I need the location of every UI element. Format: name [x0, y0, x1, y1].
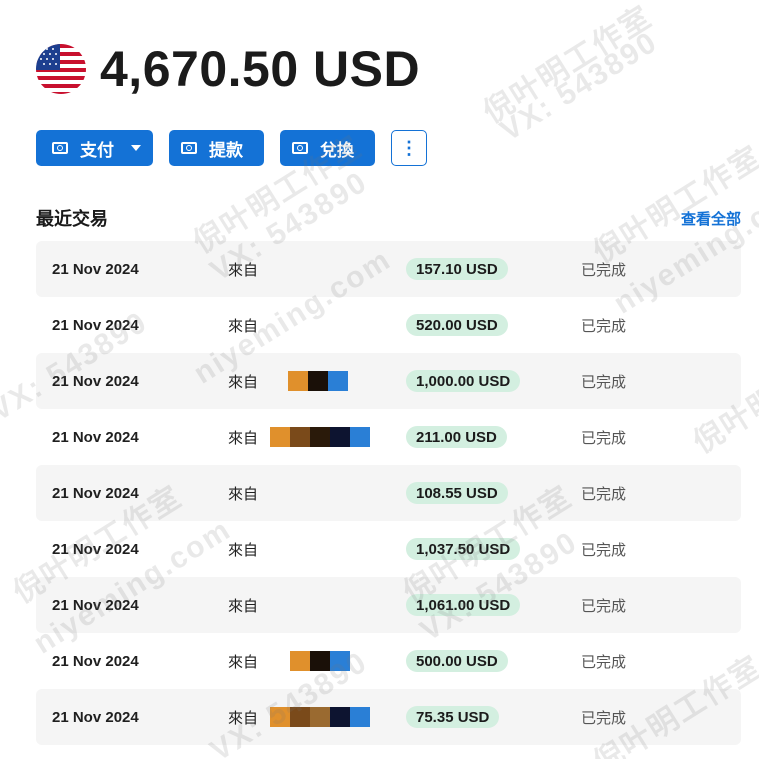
recent-transactions-title: 最近交易	[36, 209, 108, 229]
exchange-label: 兌換	[320, 140, 354, 160]
tx-amount: 75.35 USD	[406, 706, 500, 728]
tx-amount: 500.00 USD	[406, 650, 508, 672]
tx-amount: 1,000.00 USD	[406, 370, 521, 392]
table-row[interactable]: 21 Nov 2024 來自 500.00 USD 已完成	[36, 633, 741, 689]
more-options-button[interactable]: ⋮	[391, 130, 427, 166]
tx-amount: 211.00 USD	[406, 426, 507, 448]
tx-amount: 157.10 USD	[406, 258, 508, 280]
redacted-name	[270, 427, 370, 447]
table-row[interactable]: 21 Nov 2024 來自 1,000.00 USD 已完成	[36, 353, 741, 409]
watermark: 倪叶明工作室	[477, 0, 659, 130]
tx-date: 21 Nov 2024	[52, 260, 139, 278]
tx-status: 已完成	[581, 429, 627, 447]
watermark: VX: 543890	[494, 25, 664, 148]
tx-description: 來自	[228, 485, 259, 503]
tx-status: 已完成	[581, 261, 627, 279]
balance-amount: 4,670.50 USD	[100, 41, 421, 97]
tx-date: 21 Nov 2024	[52, 428, 139, 446]
tx-description: 來自	[228, 597, 259, 615]
tx-status: 已完成	[581, 541, 627, 559]
tx-description: 來自	[228, 317, 259, 335]
more-vertical-icon: ⋮	[400, 138, 418, 158]
tx-description: 來自	[228, 429, 259, 447]
pay-button[interactable]: 支付	[36, 130, 153, 166]
table-row[interactable]: 21 Nov 2024 來自 75.35 USD 已完成	[36, 689, 741, 745]
balance-header: 4,670.50 USD	[36, 44, 420, 94]
table-row[interactable]: 21 Nov 2024 來自 1,061.00 USD 已完成	[36, 577, 741, 633]
withdraw-label: 提款	[209, 140, 243, 160]
tx-amount: 108.55 USD	[406, 482, 508, 504]
redacted-name	[290, 651, 350, 671]
table-row[interactable]: 21 Nov 2024 來自 1,037.50 USD 已完成	[36, 521, 741, 577]
tx-amount: 520.00 USD	[406, 314, 508, 336]
us-flag-icon	[36, 44, 86, 94]
tx-description: 來自	[228, 373, 259, 391]
tx-date: 21 Nov 2024	[52, 540, 139, 558]
tx-amount: 1,061.00 USD	[406, 594, 521, 616]
tx-date: 21 Nov 2024	[52, 708, 139, 726]
tx-date: 21 Nov 2024	[52, 372, 139, 390]
tx-description: 來自	[228, 261, 259, 279]
tx-status: 已完成	[581, 485, 627, 503]
tx-description: 來自	[228, 541, 259, 559]
tx-description: 來自	[228, 653, 259, 671]
tx-amount: 1,037.50 USD	[406, 538, 521, 560]
tx-status: 已完成	[581, 653, 627, 671]
tx-status: 已完成	[581, 709, 627, 727]
tx-description: 來自	[228, 709, 259, 727]
tx-date: 21 Nov 2024	[52, 316, 139, 334]
tx-date: 21 Nov 2024	[52, 652, 139, 670]
action-bar: 支付 提款 兌換 ⋮	[36, 130, 427, 166]
withdraw-button[interactable]: 提款	[169, 130, 264, 166]
exchange-icon	[292, 142, 308, 154]
transactions-list: 21 Nov 2024 來自 157.10 USD 已完成 21 Nov 202…	[36, 241, 741, 745]
pay-icon	[52, 142, 68, 154]
chevron-down-icon[interactable]	[131, 145, 141, 151]
table-row[interactable]: 21 Nov 2024 來自 520.00 USD 已完成	[36, 297, 741, 353]
pay-label: 支付	[80, 140, 114, 160]
tx-date: 21 Nov 2024	[52, 596, 139, 614]
tx-status: 已完成	[581, 597, 627, 615]
tx-status: 已完成	[581, 373, 627, 391]
tx-date: 21 Nov 2024	[52, 484, 139, 502]
withdraw-icon	[181, 142, 197, 154]
redacted-name	[288, 371, 348, 391]
table-row[interactable]: 21 Nov 2024 來自 108.55 USD 已完成	[36, 465, 741, 521]
table-row[interactable]: 21 Nov 2024 來自 211.00 USD 已完成	[36, 409, 741, 465]
tx-status: 已完成	[581, 317, 627, 335]
view-all-link[interactable]: 查看全部	[681, 208, 741, 229]
exchange-button[interactable]: 兌換	[280, 130, 375, 166]
table-row[interactable]: 21 Nov 2024 來自 157.10 USD 已完成	[36, 241, 741, 297]
redacted-name	[270, 707, 370, 727]
